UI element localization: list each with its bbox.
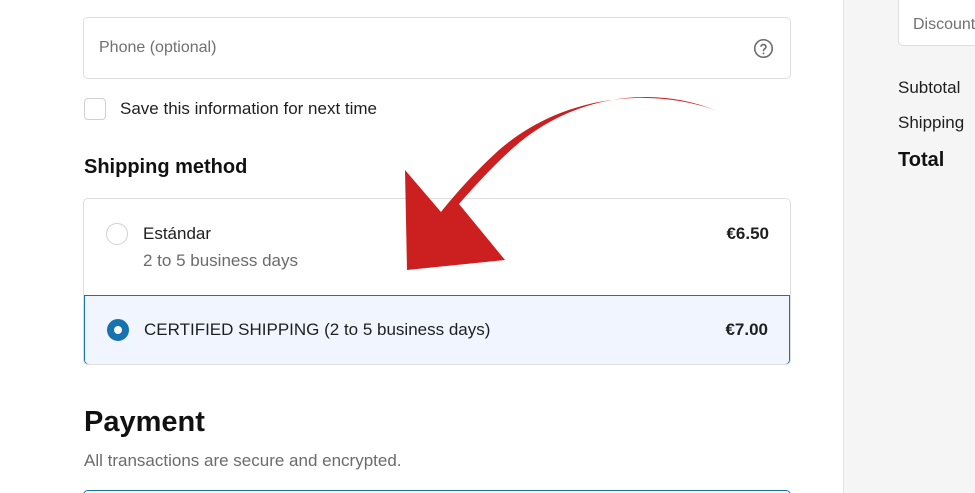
save-info-checkbox[interactable] bbox=[84, 98, 106, 120]
phone-input[interactable] bbox=[84, 18, 790, 78]
shipping-option-title: Estándar bbox=[143, 224, 212, 243]
subtotal-label: Subtotal bbox=[898, 78, 961, 97]
question-circle-icon[interactable] bbox=[753, 38, 774, 59]
shipping-option-title: CERTIFIED SHIPPING (2 to 5 business days… bbox=[144, 320, 491, 339]
payment-subtitle: All transactions are secure and encrypte… bbox=[84, 451, 402, 470]
total-label: Total bbox=[898, 149, 945, 171]
shipping-option-subtitle: 2 to 5 business days bbox=[143, 251, 298, 270]
payment-heading: Payment bbox=[84, 406, 205, 438]
shipping-label: Shipping bbox=[898, 113, 965, 132]
red-curved-arrow-icon bbox=[405, 96, 715, 270]
discount-field[interactable] bbox=[898, 0, 975, 46]
phone-field[interactable] bbox=[83, 17, 791, 79]
shipping-method-heading: Shipping method bbox=[84, 156, 248, 178]
shipping-certified-radio[interactable] bbox=[107, 319, 129, 341]
save-info-row[interactable]: Save this information for next time bbox=[84, 97, 377, 121]
shipping-option-price: €6.50 bbox=[726, 224, 769, 243]
shipping-option-price: €7.00 bbox=[725, 320, 768, 339]
save-info-label: Save this information for next time bbox=[120, 99, 378, 118]
shipping-standard-radio[interactable] bbox=[106, 223, 128, 245]
discount-input[interactable] bbox=[899, 0, 975, 45]
shipping-option-certified[interactable]: CERTIFIED SHIPPING (2 to 5 business days… bbox=[84, 295, 790, 364]
checkout-page: Save this information for next time Ship… bbox=[0, 0, 975, 493]
order-summary-sidebar: Subtotal Shipping Total bbox=[843, 0, 975, 493]
